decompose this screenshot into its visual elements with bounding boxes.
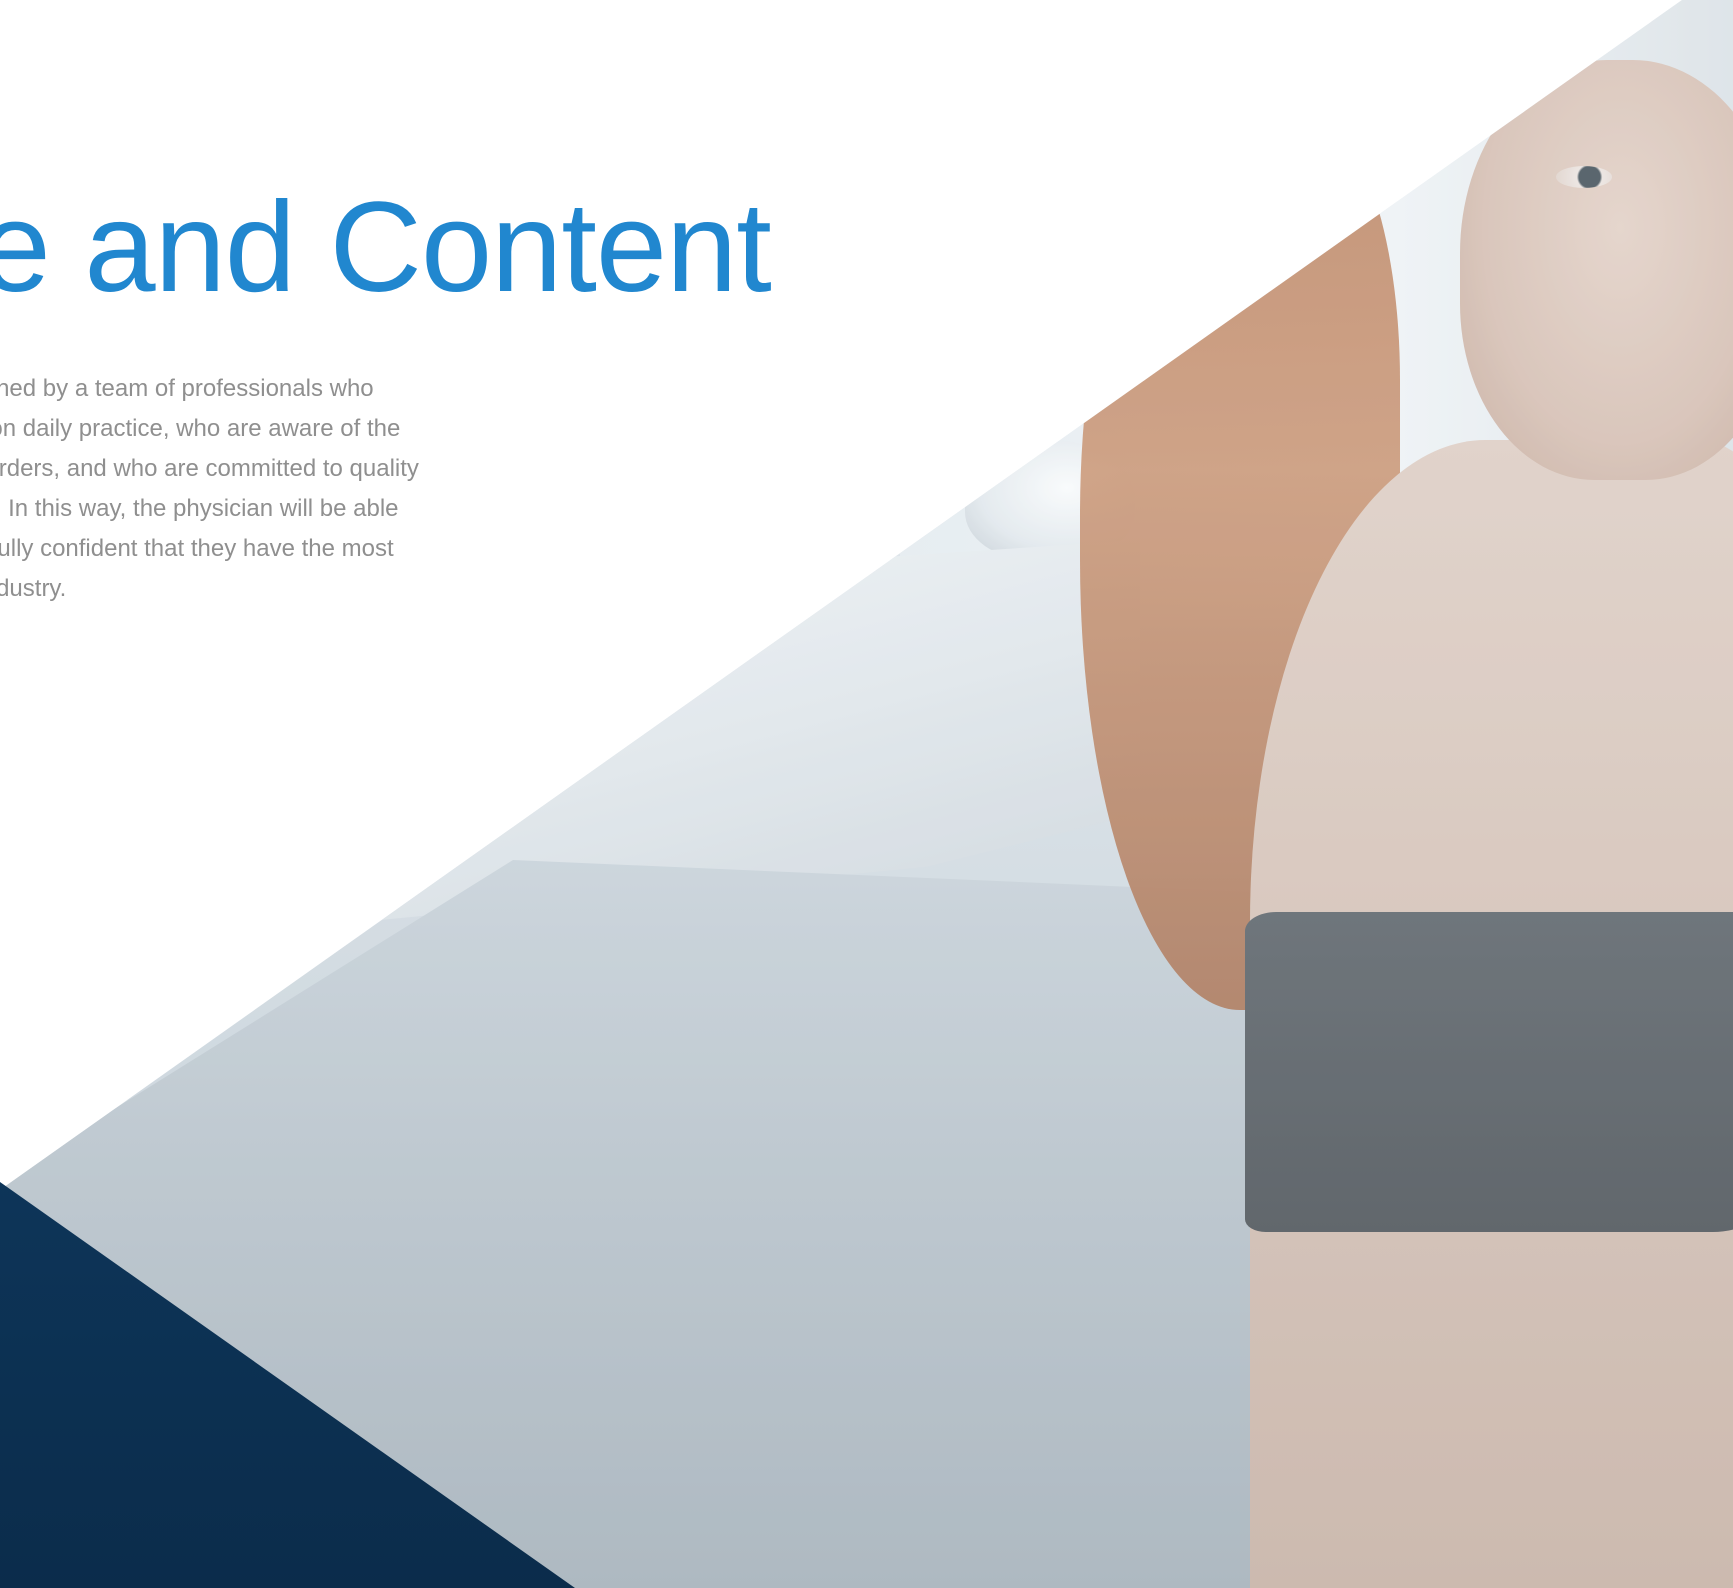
description-line: rk, being fully confident that they have…	[0, 535, 394, 562]
description-line: ating Disorders, and who are committed t…	[0, 455, 419, 482]
description-line: hnologies. In this way, the physician wi…	[0, 495, 399, 522]
description-line: een designed by a team of professionals …	[0, 375, 374, 402]
section-headline: re and Content	[0, 176, 772, 319]
description-line: e in the industry.	[0, 575, 67, 602]
section-description: een designed by a team of professionals …	[0, 369, 592, 609]
hero-section: re and Content een designed by a team of…	[0, 0, 1733, 1588]
description-line: ning has on daily practice, who are awar…	[0, 415, 401, 442]
